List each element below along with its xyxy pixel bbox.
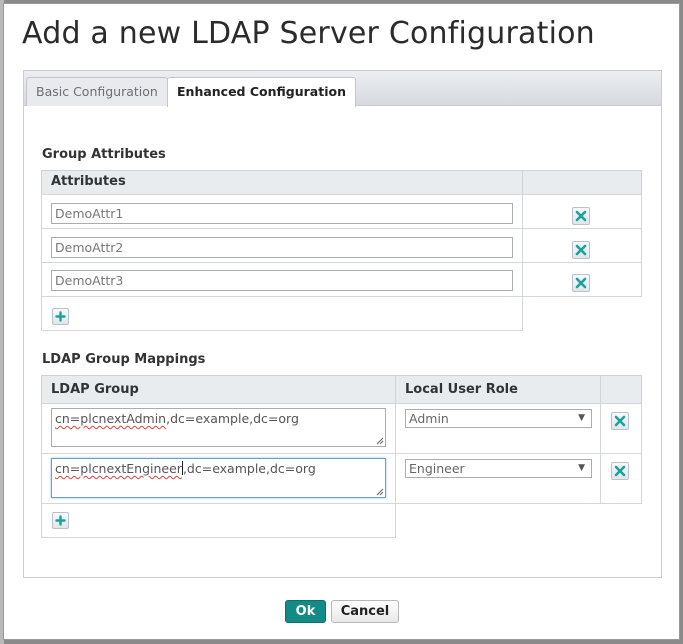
close-x-icon — [614, 465, 626, 477]
resize-handle-icon — [376, 488, 384, 496]
attributes-column-header: Attributes — [41, 170, 523, 195]
role-select-2[interactable]: Engineer ▼ — [405, 459, 592, 478]
group-attributes-title: Group Attributes — [42, 147, 166, 162]
remove-attribute-1-button[interactable] — [572, 207, 590, 225]
ldap-group-name: plcnextEngineer — [80, 461, 182, 476]
tab-bar: Basic Configuration Enhanced Configurati… — [24, 71, 661, 107]
role-select-1[interactable]: Admin ▼ — [405, 409, 592, 428]
triangle-down-icon: ▼ — [578, 463, 585, 473]
add-mapping-button[interactable] — [52, 512, 69, 529]
cancel-button[interactable]: Cancel — [331, 600, 399, 623]
role-select-value: Engineer — [409, 461, 465, 476]
resize-handle-icon — [376, 437, 384, 445]
ldap-group-suffix: ,dc=example,dc=org — [182, 461, 316, 476]
close-x-icon — [575, 244, 587, 256]
ok-button[interactable]: Ok — [285, 600, 326, 623]
mappings-actions-header — [600, 375, 642, 404]
remove-attribute-2-button[interactable] — [572, 241, 590, 259]
ldap-group-input-1[interactable]: cn=plcnextAdmin,dc=example,dc=org — [51, 408, 386, 447]
group-mappings-title: LDAP Group Mappings — [42, 352, 206, 367]
plus-icon — [55, 311, 66, 322]
attribute-input-2[interactable] — [51, 237, 513, 258]
local-user-role-column-header: Local User Role — [395, 375, 601, 404]
attribute-input-1[interactable] — [51, 203, 513, 224]
ldap-group-input-2[interactable]: cn=plcnextEngineer,dc=example,dc=org — [51, 458, 386, 498]
remove-mapping-1-button[interactable] — [611, 412, 629, 430]
close-x-icon — [575, 210, 587, 222]
attribute-input-3[interactable] — [51, 270, 513, 291]
triangle-down-icon: ▼ — [578, 413, 585, 423]
remove-mapping-2-button[interactable] — [611, 462, 629, 480]
role-select-value: Admin — [409, 411, 449, 426]
ldap-group-suffix: ,dc=example,dc=org — [166, 411, 299, 426]
tab-panel: Basic Configuration Enhanced Configurati… — [23, 70, 662, 578]
remove-attribute-3-button[interactable] — [572, 274, 590, 292]
tab-basic-configuration[interactable]: Basic Configuration — [26, 77, 168, 106]
dialog-title: Add a new LDAP Server Configuration — [22, 16, 595, 51]
attributes-actions-header — [522, 170, 642, 195]
close-x-icon — [614, 415, 626, 427]
plus-icon — [55, 515, 66, 526]
ldap-group-prefix: cn= — [55, 461, 81, 476]
close-x-icon — [575, 277, 587, 289]
add-mapping-row — [41, 503, 396, 538]
ldap-group-prefix: cn= — [55, 411, 81, 426]
tab-enhanced-configuration[interactable]: Enhanced Configuration — [167, 77, 356, 107]
ldap-config-dialog: Add a new LDAP Server Configuration Basi… — [3, 3, 680, 640]
add-attribute-button[interactable] — [52, 308, 69, 325]
ldap-group-name: plcnextAdmin — [80, 411, 167, 426]
ldap-group-column-header: LDAP Group — [41, 375, 396, 404]
add-attribute-row — [41, 296, 523, 331]
